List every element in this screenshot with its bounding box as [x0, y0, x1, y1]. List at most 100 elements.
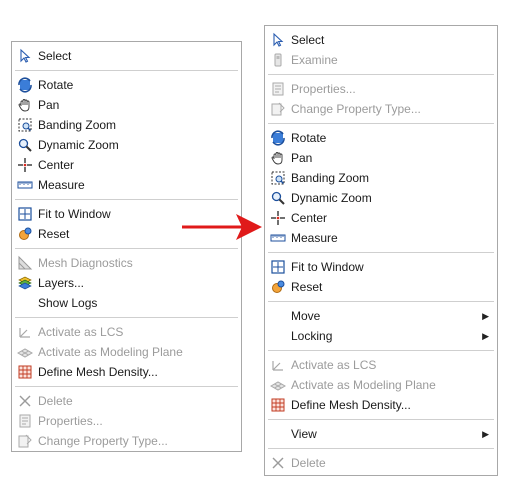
menu-item-layers[interactable]: Layers...	[12, 273, 241, 293]
menu-item-define-mesh-density[interactable]: Define Mesh Density...	[265, 395, 497, 415]
menu-item-label: Dynamic Zoom	[291, 191, 372, 205]
menu-item-label: Select	[291, 33, 325, 47]
menu-item-rotate[interactable]: Rotate	[12, 75, 241, 95]
menu-item-label: Activate as Modeling Plane	[291, 378, 436, 392]
menu-item-activate-lcs[interactable]: Activate as LCS	[12, 322, 241, 342]
menu-item-label: Rotate	[291, 131, 327, 145]
menu-item-label: Banding Zoom	[291, 171, 370, 185]
menu-item-move[interactable]: Move ▶	[265, 306, 497, 326]
menu-item-banding-zoom[interactable]: Banding Zoom	[12, 115, 241, 135]
menu-item-properties[interactable]: Properties...	[12, 411, 241, 431]
menu-item-activate-modeling-plane[interactable]: Activate as Modeling Plane	[12, 342, 241, 362]
reset-icon	[17, 226, 33, 242]
menu-separator	[12, 66, 241, 75]
menu-item-show-logs[interactable]: Show Logs	[12, 293, 241, 313]
menu-separator	[12, 244, 241, 253]
menu-item-label: Show Logs	[38, 296, 98, 310]
delete-icon	[270, 455, 286, 471]
lcs-icon	[270, 357, 286, 373]
menu-separator	[12, 313, 241, 322]
mesh-density-icon	[270, 397, 286, 413]
menu-item-locking[interactable]: Locking ▶	[265, 326, 497, 346]
hand-icon	[270, 150, 286, 166]
modeling-plane-icon	[270, 377, 286, 393]
center-icon	[270, 210, 286, 226]
hand-icon	[17, 97, 33, 113]
menu-item-dynamic-zoom[interactable]: Dynamic Zoom	[12, 135, 241, 155]
delete-icon	[17, 393, 33, 409]
menu-item-label: Fit to Window	[38, 207, 111, 221]
menu-item-dynamic-zoom[interactable]: Dynamic Zoom	[265, 188, 497, 208]
menu-item-label: Activate as LCS	[38, 325, 124, 339]
menu-item-delete[interactable]: Delete	[12, 391, 241, 411]
mesh-diagnostics-icon	[17, 255, 33, 271]
context-menu-left: Select Rotate Pan Banding Zoom Dynamic Z…	[11, 41, 242, 452]
examine-icon	[270, 52, 286, 68]
menu-item-label: Center	[38, 158, 75, 172]
menu-item-banding-zoom[interactable]: Banding Zoom	[265, 168, 497, 188]
menu-item-define-mesh-density[interactable]: Define Mesh Density...	[12, 362, 241, 382]
submenu-arrow-icon: ▶	[482, 429, 489, 439]
menu-item-properties[interactable]: Properties...	[265, 79, 497, 99]
menu-item-label: Pan	[291, 151, 313, 165]
menu-separator	[265, 70, 497, 79]
ruler-icon	[270, 230, 286, 246]
menu-item-activate-modeling-plane[interactable]: Activate as Modeling Plane	[265, 375, 497, 395]
menu-item-change-property-type[interactable]: Change Property Type...	[265, 99, 497, 119]
layers-icon	[17, 275, 33, 291]
menu-item-activate-lcs[interactable]: Activate as LCS	[265, 355, 497, 375]
menu-item-label: Reset	[38, 227, 70, 241]
menu-item-rotate[interactable]: Rotate	[265, 128, 497, 148]
menu-item-label: Layers...	[38, 276, 85, 290]
menu-item-label: Select	[38, 49, 72, 63]
menu-item-pan[interactable]: Pan	[12, 95, 241, 115]
cursor-icon	[17, 48, 33, 64]
magnifier-icon	[270, 190, 286, 206]
menu-item-label: Measure	[291, 231, 338, 245]
red-arrow-icon	[182, 214, 262, 240]
menu-item-label: Locking	[291, 329, 333, 343]
menu-item-select[interactable]: Select	[265, 30, 497, 50]
menu-item-label: Properties...	[291, 82, 356, 96]
menu-separator	[265, 248, 497, 257]
menu-item-reset[interactable]: Reset	[265, 277, 497, 297]
menu-item-delete[interactable]: Delete	[265, 453, 497, 473]
rotate-icon	[17, 77, 33, 93]
modeling-plane-icon	[17, 344, 33, 360]
menu-separator	[265, 297, 497, 306]
menu-item-fit-to-window[interactable]: Fit to Window	[265, 257, 497, 277]
menu-item-label: Fit to Window	[291, 260, 364, 274]
menu-item-label: Move	[291, 309, 321, 323]
menu-item-label: Mesh Diagnostics	[38, 256, 133, 270]
menu-item-select[interactable]: Select	[12, 46, 241, 66]
menu-item-label: Center	[291, 211, 328, 225]
menu-separator	[265, 415, 497, 424]
ruler-icon	[17, 177, 33, 193]
cursor-icon	[270, 32, 286, 48]
menu-item-pan[interactable]: Pan	[265, 148, 497, 168]
menu-item-label: Pan	[38, 98, 60, 112]
menu-item-center[interactable]: Center	[265, 208, 497, 228]
magnifier-icon	[17, 137, 33, 153]
properties-icon	[270, 81, 286, 97]
menu-item-mesh-diagnostics[interactable]: Mesh Diagnostics	[12, 253, 241, 273]
fit-window-icon	[270, 259, 286, 275]
change-property-icon	[17, 433, 33, 449]
menu-item-measure[interactable]: Measure	[265, 228, 497, 248]
banding-zoom-icon	[17, 117, 33, 133]
menu-item-examine[interactable]: Examine	[265, 50, 497, 70]
menu-item-view[interactable]: View ▶	[265, 424, 497, 444]
change-property-icon	[270, 101, 286, 117]
menu-item-label: View	[291, 427, 317, 441]
menu-item-label: Delete	[291, 456, 326, 470]
mesh-density-icon	[17, 364, 33, 380]
menu-item-label: Define Mesh Density...	[291, 398, 411, 412]
menu-item-change-property-type[interactable]: Change Property Type...	[12, 431, 241, 451]
menu-item-label: Change Property Type...	[38, 434, 168, 448]
menu-item-label: Banding Zoom	[38, 118, 117, 132]
menu-item-label: Define Mesh Density...	[38, 365, 158, 379]
fit-window-icon	[17, 206, 33, 222]
menu-item-center[interactable]: Center	[12, 155, 241, 175]
menu-item-label: Rotate	[38, 78, 74, 92]
menu-item-measure[interactable]: Measure	[12, 175, 241, 195]
